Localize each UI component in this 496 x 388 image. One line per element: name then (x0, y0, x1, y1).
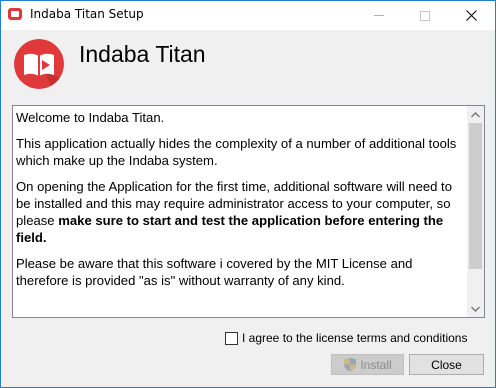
scroll-thumb[interactable] (469, 123, 482, 269)
client-area: Indaba Titan Welcome to Indaba Titan. Th… (1, 30, 495, 387)
license-text: Welcome to Indaba Titan. This applicatio… (16, 109, 464, 298)
chevron-down-icon (471, 306, 480, 312)
minimize-button[interactable] (356, 1, 402, 30)
chevron-up-icon (471, 111, 480, 117)
agree-checkbox[interactable] (225, 331, 238, 345)
license-paragraph: Please be aware that this software i cov… (16, 256, 413, 288)
close-label: Close (431, 357, 462, 372)
agree-label[interactable]: I agree to the license terms and conditi… (242, 331, 467, 345)
app-name-heading: Indaba Titan (79, 41, 206, 67)
maximize-icon (420, 10, 430, 21)
close-icon (465, 10, 477, 21)
install-button[interactable]: Install (331, 354, 404, 375)
app-logo (14, 39, 64, 89)
setup-window: Indaba Titan Setup Indaba Titan Welcome … (0, 0, 496, 388)
install-label: Install (360, 357, 392, 372)
uac-shield-icon (344, 357, 357, 372)
license-textbox[interactable]: Welcome to Indaba Titan. This applicatio… (12, 105, 485, 318)
vertical-scrollbar[interactable] (467, 106, 484, 317)
license-text-bold: make sure to start and test the applicat… (16, 213, 444, 245)
title-bar[interactable]: Indaba Titan Setup (1, 1, 495, 30)
agree-checkbox-row[interactable]: I agree to the license terms and conditi… (225, 330, 467, 346)
scroll-up-button[interactable] (467, 106, 484, 123)
license-paragraph: This application actually hides the comp… (16, 136, 457, 168)
close-button[interactable]: Close (409, 354, 484, 375)
license-paragraph: Welcome to Indaba Titan. (16, 110, 165, 125)
minimize-icon (374, 15, 384, 16)
scroll-down-button[interactable] (467, 300, 484, 317)
license-paragraph: On opening the Application for the first… (16, 178, 464, 246)
window-title: Indaba Titan Setup (30, 7, 144, 21)
close-window-button[interactable] (448, 1, 494, 30)
app-icon (8, 8, 22, 20)
maximize-button[interactable] (402, 1, 448, 30)
